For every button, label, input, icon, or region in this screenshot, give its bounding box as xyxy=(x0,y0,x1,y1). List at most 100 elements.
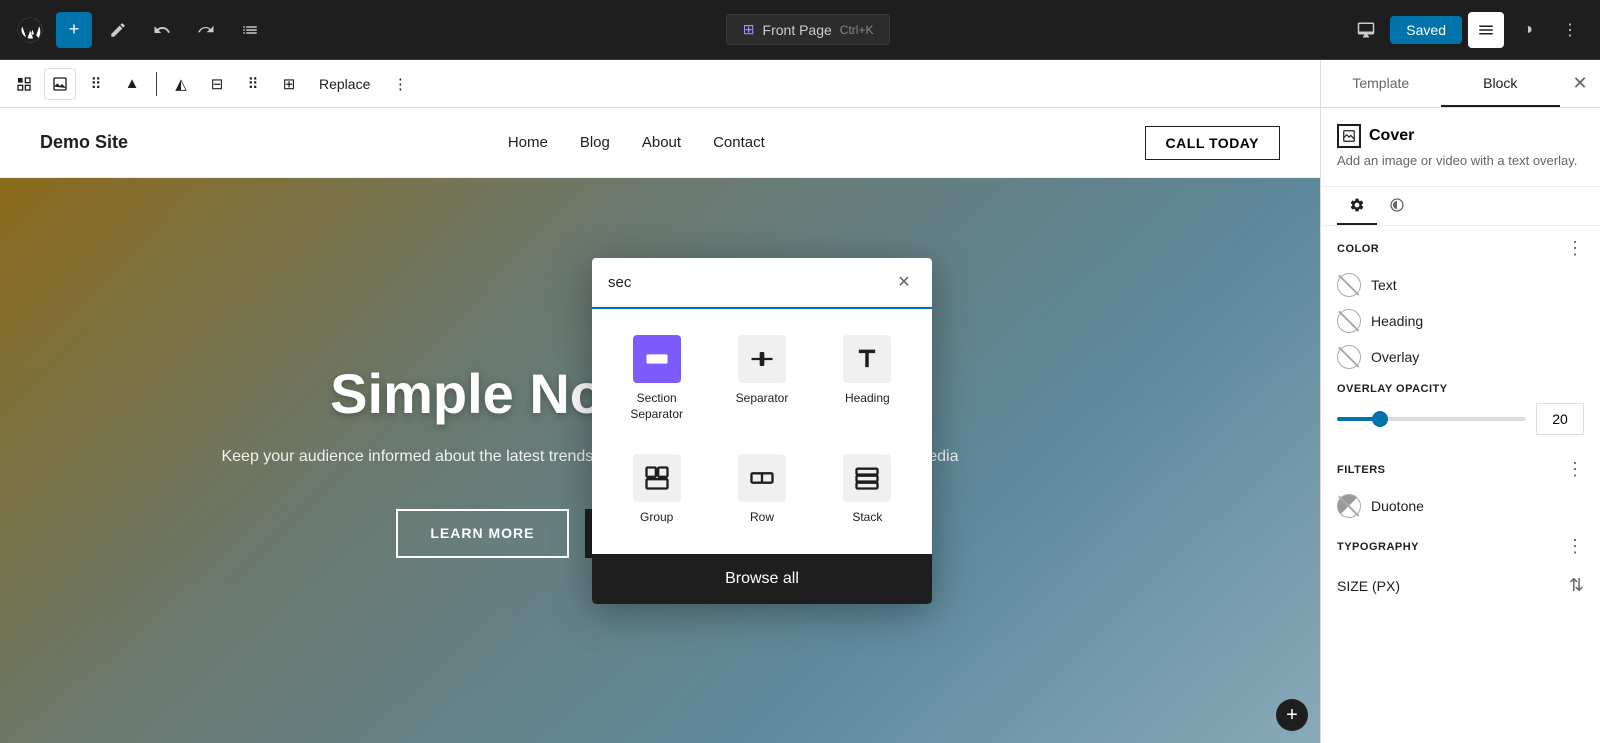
block-item-section-separator[interactable]: Section Separator xyxy=(608,323,705,434)
center-area: ⊞ Front Page Ctrl+K xyxy=(276,14,1340,45)
cover-block-icon xyxy=(1337,124,1361,148)
block-description: Add an image or video with a text overla… xyxy=(1337,152,1584,170)
wp-logo[interactable] xyxy=(12,12,48,48)
block-select-btn[interactable] xyxy=(8,68,40,100)
block-full-width-btn[interactable]: ⊞ xyxy=(273,68,305,100)
overlay-color-swatch[interactable] xyxy=(1337,345,1361,369)
block-item-row[interactable]: Row xyxy=(713,442,810,538)
row-icon xyxy=(738,454,786,502)
tab-template[interactable]: Template xyxy=(1321,60,1441,107)
color-text-row: Text xyxy=(1321,267,1600,303)
search-clear-btn[interactable]: ✕ xyxy=(892,270,916,294)
group-icon xyxy=(633,454,681,502)
section-separator-label: Section Separator xyxy=(616,391,697,422)
nav-blog[interactable]: Blog xyxy=(580,134,610,151)
heading-icon xyxy=(843,335,891,383)
replace-btn[interactable]: Replace xyxy=(309,72,380,96)
nav-about[interactable]: About xyxy=(642,134,681,151)
typography-section-header: Typography ⋮ xyxy=(1321,524,1600,565)
block-dots-btn[interactable]: ⠿ xyxy=(237,68,269,100)
block-drag-btn[interactable]: ⠿ xyxy=(80,68,112,100)
stack-icon xyxy=(843,454,891,502)
block-image-btn[interactable] xyxy=(44,68,76,100)
block-align-center-btn[interactable]: ⊟ xyxy=(201,68,233,100)
more-options-btn[interactable]: ⋮ xyxy=(1552,12,1588,48)
overlay-opacity-label: OVERLAY OPACITY xyxy=(1337,383,1584,395)
search-input-row: ✕ xyxy=(592,258,932,307)
list-view-btn[interactable] xyxy=(232,12,268,48)
separator-icon xyxy=(738,335,786,383)
panel-block-title: Cover xyxy=(1337,124,1584,148)
block-search-input[interactable] xyxy=(608,274,884,291)
settings-tab[interactable] xyxy=(1337,187,1377,225)
color-heading-row: Heading xyxy=(1321,303,1600,339)
color-section-header: Color ⋮ xyxy=(1321,226,1600,267)
group-label: Group xyxy=(640,510,673,526)
sidebar-toggle-btn[interactable] xyxy=(1468,12,1504,48)
opacity-slider[interactable] xyxy=(1337,417,1526,421)
duotone-label: Duotone xyxy=(1371,498,1424,514)
block-align-left-btn[interactable]: ◭ xyxy=(165,68,197,100)
heading-color-label: Heading xyxy=(1371,313,1423,329)
panel-inner-tabs xyxy=(1321,187,1600,226)
pen-tool-btn[interactable] xyxy=(100,12,136,48)
color-section-title: Color xyxy=(1337,243,1379,255)
nav-contact[interactable]: Contact xyxy=(713,134,765,151)
stack-label: Stack xyxy=(852,510,882,526)
text-color-swatch[interactable] xyxy=(1337,273,1361,297)
block-item-heading[interactable]: Heading xyxy=(819,323,916,434)
heading-color-swatch[interactable] xyxy=(1337,309,1361,333)
page-name: Front Page xyxy=(763,22,832,38)
hero-cover: Simple Nova studio Keep your audience in… xyxy=(0,178,1320,743)
block-item-stack[interactable]: Stack xyxy=(819,442,916,538)
duotone-row: Duotone xyxy=(1321,488,1600,524)
typography-section-title: Typography xyxy=(1337,541,1419,553)
color-section: Color ⋮ Text Heading Overlay xyxy=(1321,226,1600,375)
filters-section: Filters ⋮ Duotone xyxy=(1321,447,1600,524)
typography-size-row: SIZE (PX) ⇅ xyxy=(1321,565,1600,606)
block-more-btn[interactable]: ⋮ xyxy=(384,68,416,100)
call-today-btn[interactable]: CALL TODAY xyxy=(1145,126,1280,160)
typography-size-icon[interactable]: ⇅ xyxy=(1569,575,1584,596)
contrast-btn[interactable]: ◑ xyxy=(1510,12,1546,48)
learn-more-btn[interactable]: LEARN MORE xyxy=(396,509,568,558)
filters-more-btn[interactable]: ⋮ xyxy=(1566,459,1584,480)
style-tab[interactable] xyxy=(1377,187,1417,225)
add-block-canvas-btn[interactable]: + xyxy=(1276,699,1308,731)
main-area: ⠿ ▲ ◭ ⊟ ⠿ ⊞ Replace ⋮ Demo Site Home Blo… xyxy=(0,60,1600,743)
duotone-swatch[interactable] xyxy=(1337,494,1361,518)
overlay-opacity-section: OVERLAY OPACITY 20 xyxy=(1321,375,1600,447)
saved-btn[interactable]: Saved xyxy=(1390,16,1462,44)
section-separator-icon xyxy=(633,335,681,383)
toolbar-sep-1 xyxy=(156,72,157,96)
nav-home[interactable]: Home xyxy=(508,134,548,151)
add-block-toolbar-btn[interactable]: + xyxy=(56,12,92,48)
filters-section-title: Filters xyxy=(1337,464,1386,476)
typography-section: Typography ⋮ SIZE (PX) ⇅ xyxy=(1321,524,1600,606)
typography-more-btn[interactable]: ⋮ xyxy=(1566,536,1584,557)
desktop-view-btn[interactable] xyxy=(1348,12,1384,48)
browse-all-btn[interactable]: Browse all xyxy=(592,554,932,604)
opacity-value[interactable]: 20 xyxy=(1536,403,1584,435)
block-grid: Section Separator Separator xyxy=(592,307,932,554)
panel-close-btn[interactable]: ✕ xyxy=(1560,60,1600,107)
block-item-separator[interactable]: Separator xyxy=(713,323,810,434)
page-shortcut: Ctrl+K xyxy=(840,23,874,37)
tab-block[interactable]: Block xyxy=(1441,60,1561,107)
heading-label: Heading xyxy=(845,391,890,407)
color-more-btn[interactable]: ⋮ xyxy=(1566,238,1584,259)
color-overlay-row: Overlay xyxy=(1321,339,1600,375)
right-toolbar-area: Saved ◑ ⋮ xyxy=(1348,12,1588,48)
block-name-label: Cover xyxy=(1369,127,1414,145)
page-indicator[interactable]: ⊞ Front Page Ctrl+K xyxy=(726,14,891,45)
block-item-group[interactable]: Group xyxy=(608,442,705,538)
text-color-label: Text xyxy=(1371,277,1397,293)
opacity-row: 20 xyxy=(1337,403,1584,435)
site-nav: Home Blog About Contact xyxy=(508,134,765,151)
filters-section-header: Filters ⋮ xyxy=(1321,447,1600,488)
redo-btn[interactable] xyxy=(188,12,224,48)
page-icon: ⊞ xyxy=(743,21,755,38)
undo-btn[interactable] xyxy=(144,12,180,48)
block-move-up-btn[interactable]: ▲ xyxy=(116,68,148,100)
typography-size-label: SIZE (PX) xyxy=(1337,578,1400,594)
